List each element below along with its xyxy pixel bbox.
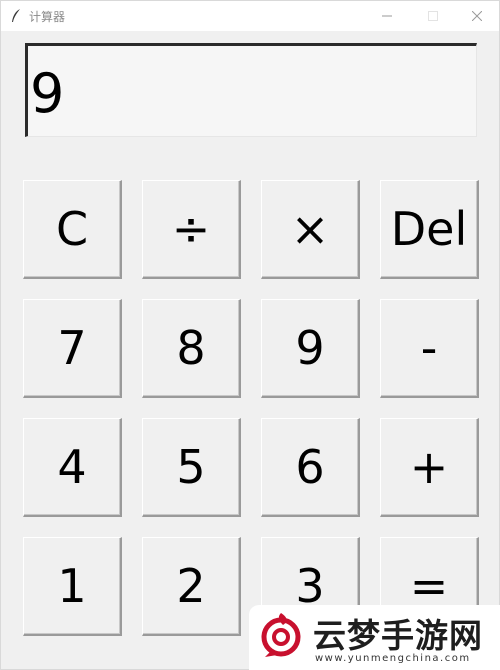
key-label: 1 [57, 559, 87, 613]
title-bar[interactable]: 计算器 [1, 1, 499, 31]
key-label: - [420, 321, 438, 375]
key-label: 5 [176, 440, 206, 494]
clear-button[interactable]: C [23, 180, 122, 279]
key-label: 7 [57, 321, 87, 375]
key-label: 8 [176, 321, 206, 375]
key-label: 4 [57, 440, 87, 494]
watermark-url: www.yunmengchina.com [315, 653, 471, 664]
window-title: 计算器 [29, 10, 66, 24]
site-watermark: 云梦手游网 www.yunmengchina.com [249, 605, 500, 670]
key-label: 2 [176, 559, 206, 613]
add-button[interactable]: + [380, 418, 479, 517]
key-label: + [409, 440, 449, 494]
digit-5-button[interactable]: 5 [142, 418, 241, 517]
multiply-button[interactable]: × [261, 180, 360, 279]
digit-1-button[interactable]: 1 [23, 537, 122, 636]
close-button[interactable] [455, 1, 499, 31]
maximize-icon [428, 11, 438, 21]
subtract-button[interactable]: - [380, 299, 479, 398]
display-value: 9 [30, 62, 65, 125]
key-label: ÷ [171, 202, 211, 256]
digit-9-button[interactable]: 9 [261, 299, 360, 398]
key-label: 3 [295, 559, 325, 613]
yunmeng-logo-icon [261, 613, 301, 657]
key-label: = [409, 559, 449, 613]
key-label: × [290, 202, 330, 256]
key-label: C [55, 202, 89, 256]
digit-2-button[interactable]: 2 [142, 537, 241, 636]
key-label: 6 [295, 440, 325, 494]
digit-7-button[interactable]: 7 [23, 299, 122, 398]
key-label: Del [390, 202, 468, 256]
feather-app-icon [12, 9, 20, 22]
minimize-icon [382, 15, 392, 17]
calculator-window: 计算器 9 C ÷ × Del 7 8 9 - 4 5 6 + 1 2 3 = … [0, 0, 500, 670]
minimize-button[interactable] [365, 1, 409, 31]
digit-8-button[interactable]: 8 [142, 299, 241, 398]
close-icon [472, 11, 482, 21]
key-label: 9 [295, 321, 325, 375]
divide-button[interactable]: ÷ [142, 180, 241, 279]
delete-button[interactable]: Del [380, 180, 479, 279]
result-display[interactable]: 9 [25, 43, 477, 137]
digit-4-button[interactable]: 4 [23, 418, 122, 517]
watermark-brand: 云梦手游网 [313, 616, 483, 655]
digit-6-button[interactable]: 6 [261, 418, 360, 517]
maximize-button[interactable] [411, 1, 455, 31]
